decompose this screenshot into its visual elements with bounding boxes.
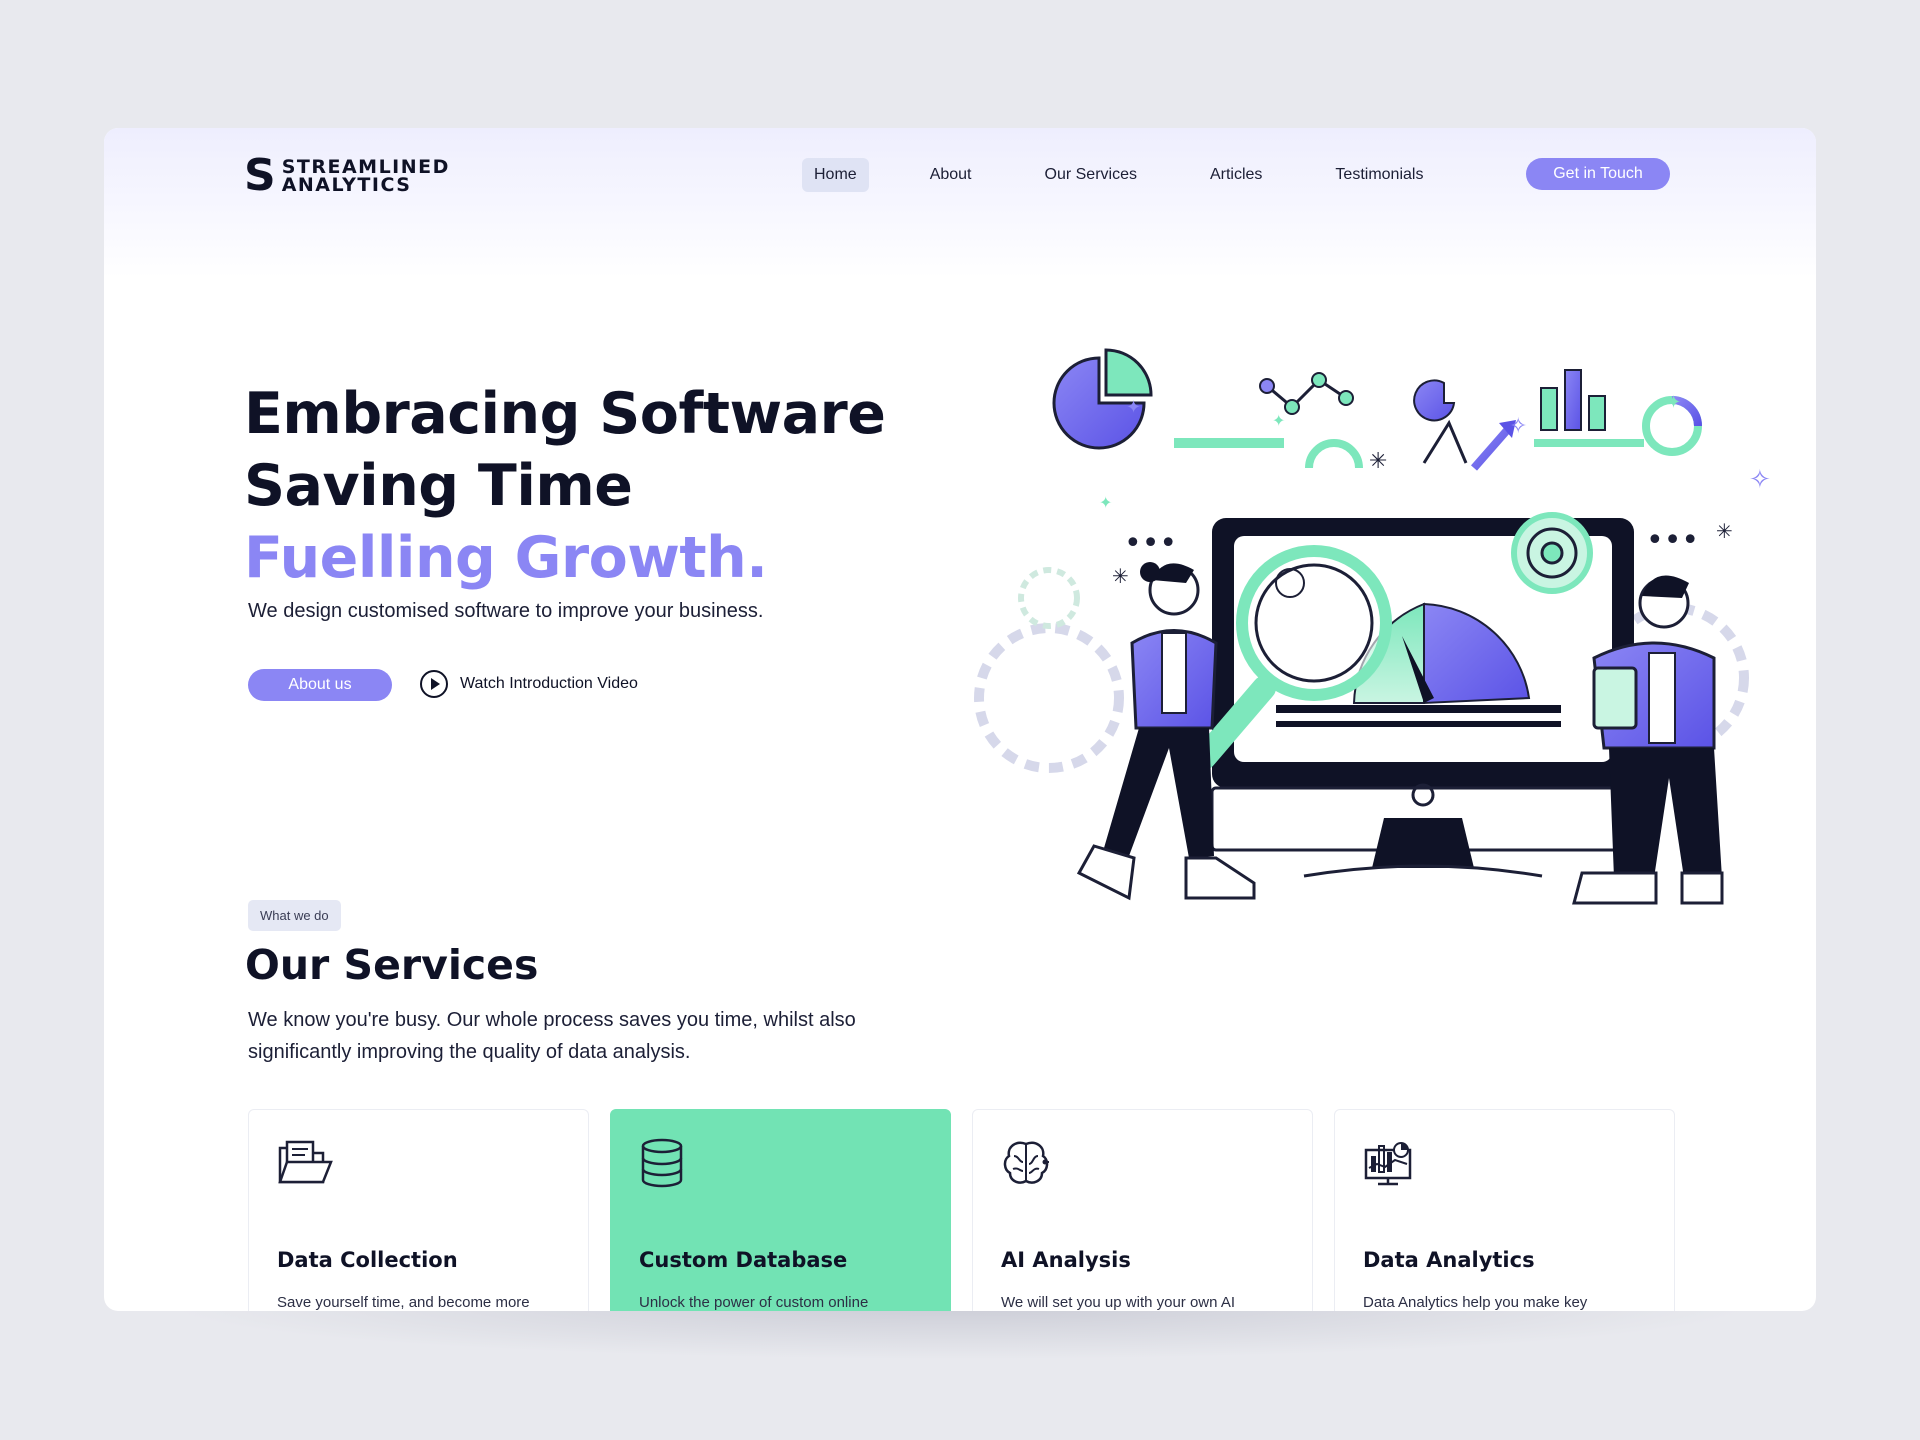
- svg-text:✧: ✧: [1509, 414, 1527, 439]
- nav-home[interactable]: Home: [802, 158, 869, 192]
- get-in-touch-button[interactable]: Get in Touch: [1526, 158, 1670, 190]
- nav-our-services[interactable]: Our Services: [1033, 158, 1149, 192]
- site-header: S STREAMLINED ANALYTICS Home About Our S…: [104, 128, 1816, 278]
- svg-text:✳: ✳: [1369, 449, 1387, 474]
- card-text: Data Analytics help you make key: [1363, 1294, 1588, 1311]
- svg-text:✦: ✦: [1272, 411, 1285, 430]
- svg-text:✳: ✳: [1112, 564, 1129, 588]
- card-text: Save yourself time, and become more: [277, 1294, 530, 1311]
- service-card-ai-analysis[interactable]: AI Analysis We will set you up with your…: [972, 1109, 1313, 1311]
- hero-title-line-2: Saving Time: [244, 453, 633, 519]
- card-title: AI Analysis: [1001, 1248, 1131, 1272]
- brain-icon: [1003, 1141, 1049, 1184]
- service-card-data-collection[interactable]: Data Collection Save yourself time, and …: [248, 1109, 589, 1311]
- nav-testimonials[interactable]: Testimonials: [1323, 158, 1435, 192]
- hero-title: Embracing Software Saving Time Fuelling …: [244, 378, 886, 594]
- svg-text:•••: •••: [1124, 526, 1177, 561]
- database-icon: [641, 1138, 683, 1188]
- hero-title-accent: Fuelling Growth.: [244, 525, 768, 591]
- card-title: Custom Database: [639, 1248, 848, 1272]
- about-us-button[interactable]: About us: [248, 669, 392, 701]
- service-card-data-analytics[interactable]: Data Analytics Data Analytics help you m…: [1334, 1109, 1675, 1311]
- hero-title-line-1: Embracing Software: [244, 381, 886, 447]
- card-title: Data Analytics: [1363, 1248, 1535, 1272]
- svg-text:✦: ✦: [1126, 397, 1141, 418]
- svg-text:•••: •••: [1646, 523, 1699, 558]
- logo-text: STREAMLINED ANALYTICS: [281, 158, 450, 196]
- card-text: We will set you up with your own AI: [1001, 1294, 1235, 1311]
- logo-line-2: ANALYTICS: [281, 174, 412, 196]
- analytics-monitor-icon: [1364, 1142, 1412, 1186]
- folder-icon: [278, 1140, 333, 1184]
- services-cards: Data Collection Save yourself time, and …: [248, 1109, 1675, 1311]
- watch-video-label: Watch Introduction Video: [460, 675, 638, 692]
- brand-logo[interactable]: S STREAMLINED ANALYTICS: [244, 150, 450, 201]
- service-card-custom-database[interactable]: Custom Database Unlock the power of cust…: [610, 1109, 951, 1311]
- logo-mark-icon: S: [244, 150, 276, 201]
- svg-text:✧: ✧: [1749, 465, 1771, 495]
- hero-illustration: ••• ••• ✦ ✦ ✧ ✦ ✧ ✦ ✳ ✳ ✳: [974, 348, 1771, 905]
- play-icon: [420, 670, 448, 698]
- svg-text:✦: ✦: [1666, 392, 1681, 413]
- website-frame: S STREAMLINED ANALYTICS Home About Our S…: [104, 128, 1816, 1311]
- hero-subtitle: We design customised software to improve…: [248, 600, 764, 622]
- watch-video-link[interactable]: Watch Introduction Video: [420, 670, 638, 698]
- card-text: Unlock the power of custom online: [639, 1294, 869, 1311]
- card-title: Data Collection: [277, 1248, 458, 1272]
- services-title: Our Services: [245, 941, 539, 989]
- svg-text:✳: ✳: [1716, 519, 1733, 543]
- what-we-do-tag: What we do: [248, 900, 341, 931]
- nav-about[interactable]: About: [918, 158, 984, 192]
- nav-articles[interactable]: Articles: [1198, 158, 1274, 192]
- main-nav: Home About Our Services Articles Testimo…: [802, 158, 1484, 192]
- svg-text:✦: ✦: [1099, 493, 1112, 512]
- services-description: We know you're busy. Our whole process s…: [248, 1009, 856, 1063]
